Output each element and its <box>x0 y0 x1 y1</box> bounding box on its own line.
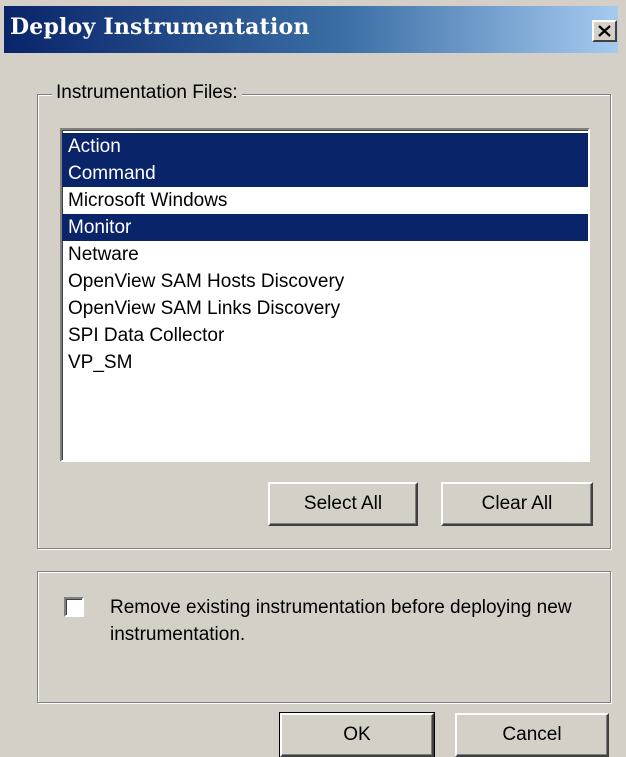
list-item[interactable]: OpenView SAM Hosts Discovery <box>62 268 588 295</box>
remove-existing-label: Remove existing instrumentation before d… <box>110 597 572 645</box>
instrumentation-files-list[interactable]: Action Command Microsoft Windows Monitor… <box>60 128 590 462</box>
instrumentation-files-label: Instrumentation Files: <box>52 82 242 104</box>
list-item[interactable]: OpenView SAM Links Discovery <box>62 295 588 322</box>
close-button[interactable] <box>592 20 617 42</box>
list-item[interactable]: VP_SM <box>62 349 588 376</box>
list-item[interactable]: Command <box>62 160 588 187</box>
list-item[interactable]: SPI Data Collector <box>62 322 588 349</box>
remove-existing-checkbox[interactable] <box>64 597 84 617</box>
ok-button[interactable]: OK <box>279 712 435 757</box>
dialog-title: Deploy Instrumentation <box>10 14 310 40</box>
list-item[interactable]: Microsoft Windows <box>62 187 588 214</box>
close-icon <box>598 25 611 37</box>
deploy-instrumentation-dialog: Deploy Instrumentation Instrumentation F… <box>0 0 626 757</box>
list-item[interactable]: Monitor <box>62 214 588 241</box>
list-item[interactable]: Netware <box>62 241 588 268</box>
list-items: Action Command Microsoft Windows Monitor… <box>62 130 588 376</box>
clear-all-button[interactable]: Clear All <box>441 482 593 526</box>
cancel-button[interactable]: Cancel <box>455 713 609 757</box>
list-item[interactable]: Action <box>62 133 588 160</box>
title-bar[interactable]: Deploy Instrumentation <box>4 6 618 53</box>
select-all-button[interactable]: Select All <box>268 482 418 526</box>
